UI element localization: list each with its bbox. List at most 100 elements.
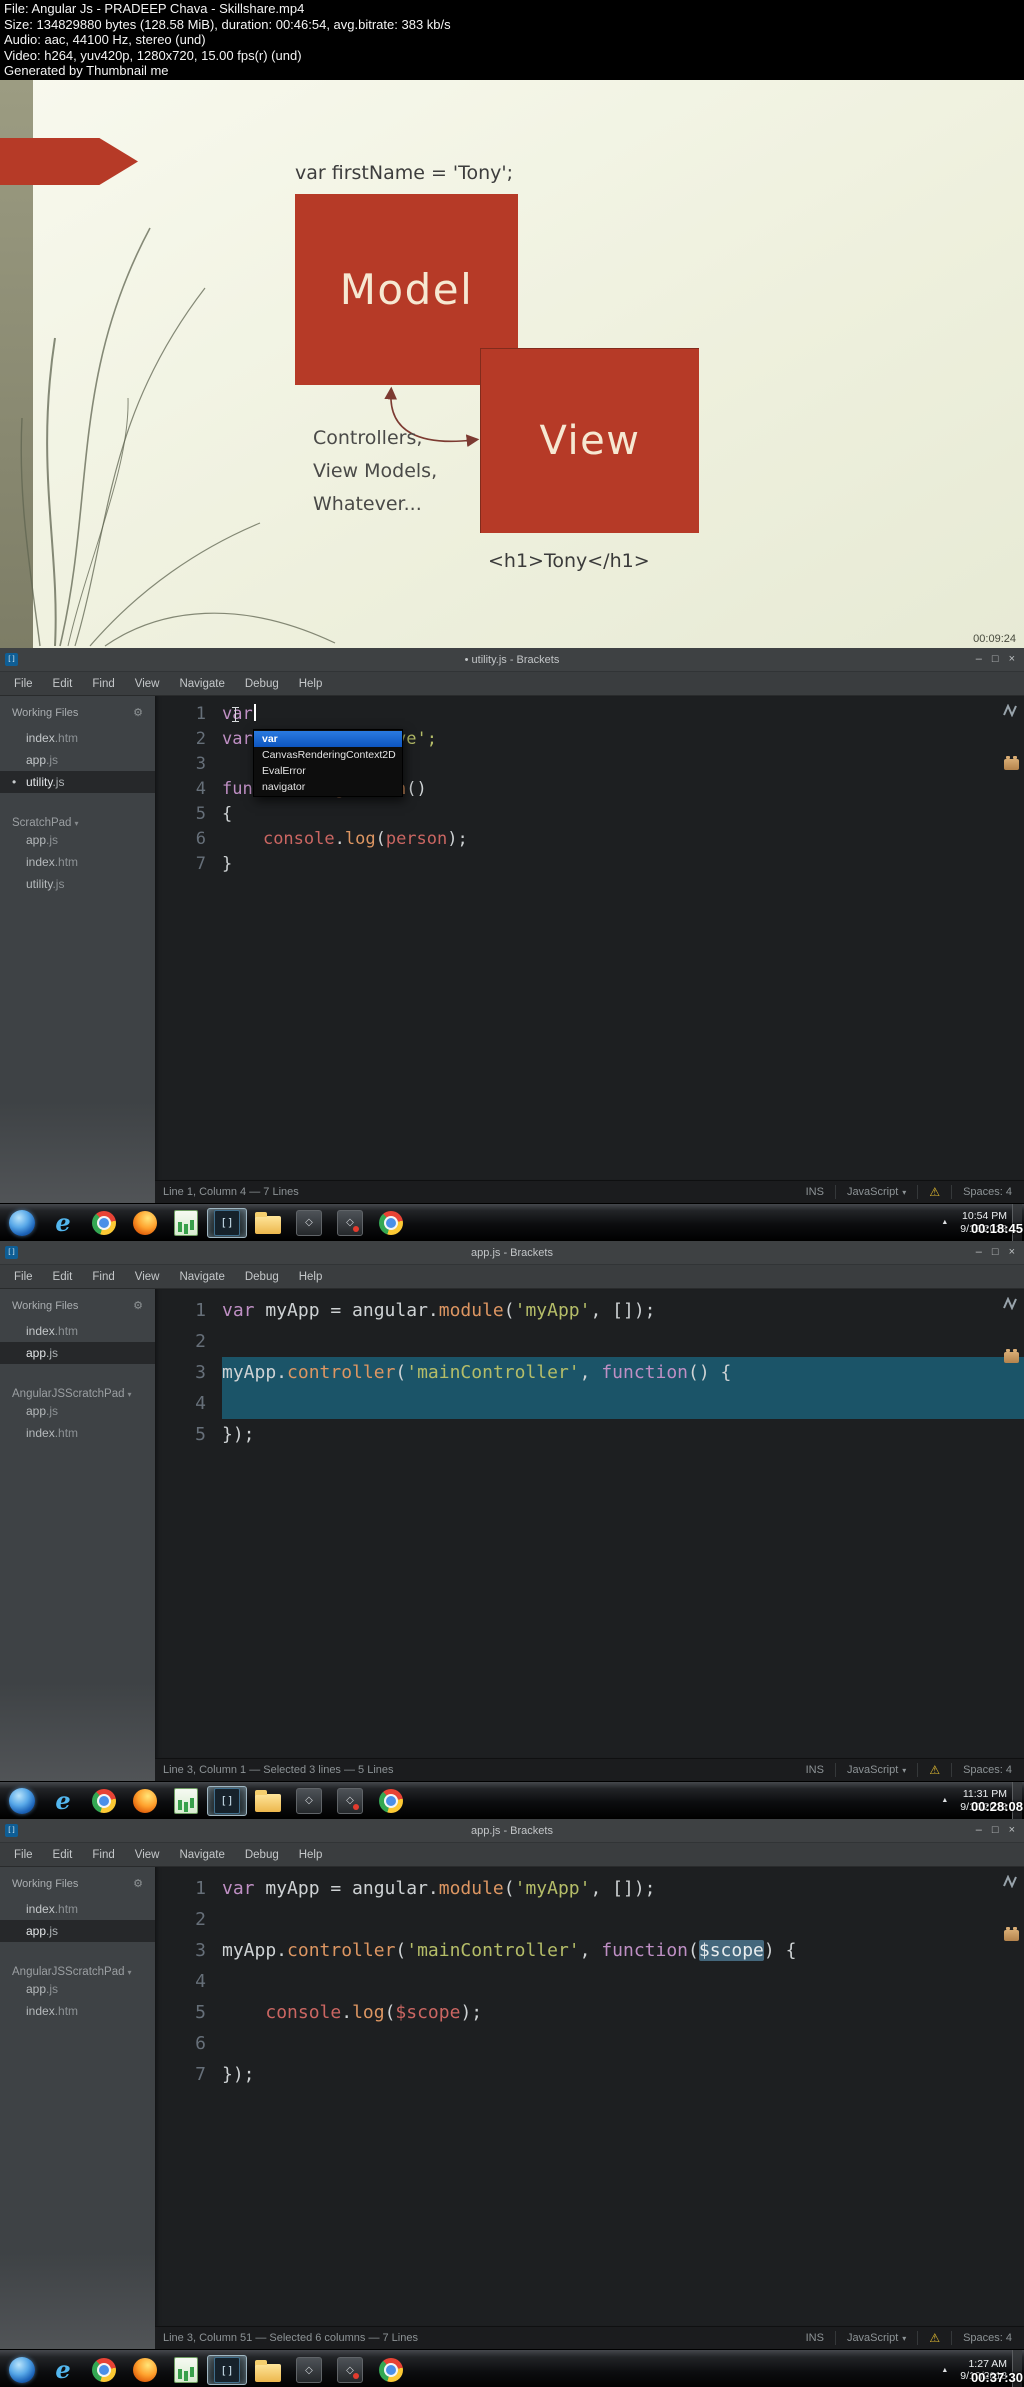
menu-view[interactable]: View bbox=[125, 1271, 170, 1283]
live-preview-icon[interactable] bbox=[1003, 1875, 1019, 1888]
language-selector[interactable]: JavaScript bbox=[847, 1764, 898, 1776]
project-file-app.js[interactable]: app.js bbox=[0, 1978, 155, 2000]
close-button[interactable]: × bbox=[1009, 648, 1015, 671]
gear-icon[interactable]: ⚙ bbox=[133, 1299, 143, 1312]
menu-find[interactable]: Find bbox=[82, 1849, 124, 1861]
code-line-7[interactable]: 7} bbox=[160, 852, 1024, 877]
indent-setting[interactable]: Spaces: 4 bbox=[963, 1764, 1012, 1776]
autocomplete-option[interactable]: var bbox=[254, 731, 402, 747]
menu-file[interactable]: File bbox=[4, 678, 43, 690]
working-file-app.js[interactable]: app.js bbox=[0, 1342, 155, 1364]
maximize-button[interactable]: □ bbox=[992, 1241, 999, 1264]
taskbar-viewer-icon[interactable]: ◇ bbox=[289, 1786, 329, 1816]
project-file-utility.js[interactable]: utility.js bbox=[0, 873, 155, 895]
code-line-3[interactable]: 3 myApp.controller('mainController', func… bbox=[160, 1357, 1024, 1388]
taskbar-brackets-icon[interactable]: [] bbox=[207, 2355, 247, 2385]
tray-expand-icon[interactable]: ▲ bbox=[941, 2367, 948, 2374]
menu-edit[interactable]: Edit bbox=[43, 678, 83, 690]
lint-warning-icon[interactable]: ⚠ bbox=[929, 1763, 940, 1777]
taskbar-explorer-icon[interactable] bbox=[248, 1786, 288, 1816]
autocomplete-option[interactable]: CanvasRenderingContext2D bbox=[254, 747, 402, 763]
insert-mode-indicator[interactable]: INS bbox=[806, 2332, 824, 2344]
menu-edit[interactable]: Edit bbox=[43, 1849, 83, 1861]
menu-file[interactable]: File bbox=[4, 1849, 43, 1861]
code-line-1[interactable]: 1 var myApp = angular.module('myApp', [])… bbox=[160, 1873, 1024, 1904]
autocomplete-option[interactable]: EvalError bbox=[254, 763, 402, 779]
code-line-2[interactable]: 2 bbox=[160, 1326, 1024, 1357]
taskbar-capture-icon[interactable]: ◇ bbox=[330, 1786, 370, 1816]
lint-warning-icon[interactable]: ⚠ bbox=[929, 2331, 940, 2345]
maximize-button[interactable]: □ bbox=[992, 648, 999, 671]
tray-expand-icon[interactable]: ▲ bbox=[941, 1797, 948, 1804]
project-file-app.js[interactable]: app.js bbox=[0, 1400, 155, 1422]
taskbar-brackets-icon[interactable]: [] bbox=[207, 1785, 247, 1816]
taskbar-explorer-icon[interactable] bbox=[248, 1208, 288, 1238]
code-line-6[interactable]: 6 bbox=[160, 2028, 1024, 2059]
menu-help[interactable]: Help bbox=[289, 678, 333, 690]
code-line-5[interactable]: 5{ bbox=[160, 802, 1024, 827]
code-line-4[interactable]: 4 bbox=[160, 1388, 1024, 1419]
extension-manager-icon[interactable] bbox=[1003, 1927, 1019, 1941]
taskbar-chrome2-icon[interactable] bbox=[371, 2355, 411, 2385]
maximize-button[interactable]: □ bbox=[992, 1819, 999, 1842]
menu-find[interactable]: Find bbox=[82, 678, 124, 690]
project-file-index.htm[interactable]: index.htm bbox=[0, 1422, 155, 1444]
taskbar-firefox-icon[interactable] bbox=[125, 1208, 165, 1238]
autocomplete-option[interactable]: navigator bbox=[254, 779, 402, 795]
indent-setting[interactable]: Spaces: 4 bbox=[963, 2332, 1012, 2344]
taskbar-start-icon[interactable] bbox=[2, 2355, 42, 2385]
window-title-bar[interactable]: [] • utility.js - Brackets – □ × bbox=[0, 648, 1024, 672]
menu-help[interactable]: Help bbox=[289, 1849, 333, 1861]
menu-navigate[interactable]: Navigate bbox=[169, 1849, 234, 1861]
working-file-app.js[interactable]: app.js bbox=[0, 1920, 155, 1942]
autocomplete-dropdown[interactable]: var CanvasRenderingContext2D EvalError navi… bbox=[253, 729, 403, 797]
working-file-app.js[interactable]: app.js bbox=[0, 749, 155, 771]
menu-navigate[interactable]: Navigate bbox=[169, 1271, 234, 1283]
code-line-1[interactable]: 1 var myApp = angular.module('myApp', [])… bbox=[160, 1295, 1024, 1326]
extension-manager-icon[interactable] bbox=[1003, 756, 1019, 770]
live-preview-icon[interactable] bbox=[1003, 704, 1019, 717]
code-line-7[interactable]: 7}); bbox=[160, 2059, 1024, 2090]
menu-edit[interactable]: Edit bbox=[43, 1271, 83, 1283]
menu-find[interactable]: Find bbox=[82, 1271, 124, 1283]
indent-setting[interactable]: Spaces: 4 bbox=[963, 1186, 1012, 1198]
taskbar-media-icon[interactable] bbox=[166, 2355, 206, 2385]
taskbar-viewer-icon[interactable]: ◇ bbox=[289, 2355, 329, 2385]
taskbar-capture-icon[interactable]: ◇ bbox=[330, 2355, 370, 2385]
project-switcher[interactable]: AngularJSScratchPad ▾ bbox=[0, 1388, 155, 1400]
taskbar-capture-icon[interactable]: ◇ bbox=[330, 1208, 370, 1238]
taskbar-chrome-icon[interactable] bbox=[84, 2355, 124, 2385]
extension-manager-icon[interactable] bbox=[1003, 1349, 1019, 1363]
code-line-6[interactable]: 6 console.log(person); bbox=[160, 827, 1024, 852]
menu-view[interactable]: View bbox=[125, 1849, 170, 1861]
menu-navigate[interactable]: Navigate bbox=[169, 678, 234, 690]
working-file-index.htm[interactable]: index.htm bbox=[0, 727, 155, 749]
code-line-5[interactable]: 5 console.log($scope); bbox=[160, 1997, 1024, 2028]
taskbar-media-icon[interactable] bbox=[166, 1208, 206, 1238]
live-preview-icon[interactable] bbox=[1003, 1297, 1019, 1310]
menu-debug[interactable]: Debug bbox=[235, 1271, 289, 1283]
menu-debug[interactable]: Debug bbox=[235, 1849, 289, 1861]
taskbar-ie-icon[interactable]: e bbox=[43, 2355, 83, 2385]
taskbar-chrome-icon[interactable] bbox=[84, 1786, 124, 1816]
minimize-button[interactable]: – bbox=[976, 1241, 982, 1264]
taskbar-start-icon[interactable] bbox=[2, 1786, 42, 1816]
code-line-1[interactable]: 1 var bbox=[160, 702, 1024, 727]
insert-mode-indicator[interactable]: INS bbox=[806, 1186, 824, 1198]
taskbar-explorer-icon[interactable] bbox=[248, 2355, 288, 2385]
menu-file[interactable]: File bbox=[4, 1271, 43, 1283]
menu-debug[interactable]: Debug bbox=[235, 678, 289, 690]
project-file-index.htm[interactable]: index.htm bbox=[0, 851, 155, 873]
menu-view[interactable]: View bbox=[125, 678, 170, 690]
code-line-4[interactable]: 4 bbox=[160, 1966, 1024, 1997]
project-file-app.js[interactable]: app.js bbox=[0, 829, 155, 851]
gear-icon[interactable]: ⚙ bbox=[133, 706, 143, 719]
taskbar-viewer-icon[interactable]: ◇ bbox=[289, 1208, 329, 1238]
language-selector[interactable]: JavaScript bbox=[847, 1186, 898, 1198]
window-title-bar[interactable]: [] app.js - Brackets – □ × bbox=[0, 1819, 1024, 1843]
lint-warning-icon[interactable]: ⚠ bbox=[929, 1185, 940, 1199]
minimize-button[interactable]: – bbox=[976, 1819, 982, 1842]
minimize-button[interactable]: – bbox=[976, 648, 982, 671]
working-file-index.htm[interactable]: index.htm bbox=[0, 1898, 155, 1920]
code-editor[interactable]: 1var2var person = 'Steve';34function log… bbox=[155, 696, 1024, 1180]
